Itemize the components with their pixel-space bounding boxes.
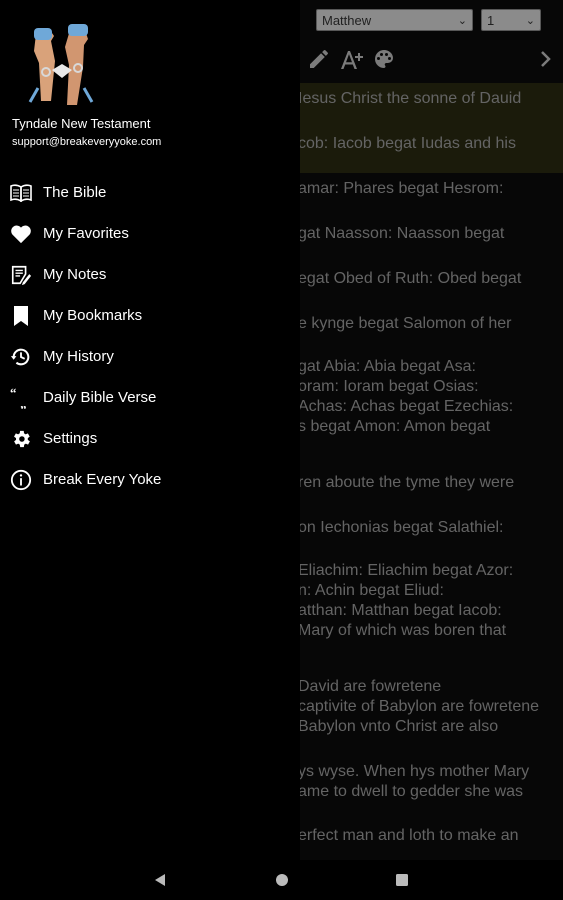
menu-item-label: Break Every Yoke [43, 471, 162, 488]
menu-item-the-bible[interactable]: The Bible [0, 172, 300, 213]
menu-item-label: My Notes [43, 266, 107, 283]
svg-text:„: „ [20, 397, 26, 409]
notes-icon [9, 263, 33, 287]
menu-item-my-bookmarks[interactable]: My Bookmarks [0, 295, 300, 336]
menu-item-settings[interactable]: Settings [0, 418, 300, 459]
system-navigation-bar [0, 860, 563, 900]
support-email[interactable]: support@breakeveryyoke.com [12, 136, 161, 148]
quote-icon: “„ [9, 386, 33, 410]
menu-item-label: Settings [43, 430, 98, 447]
menu-item-daily-bible-verse[interactable]: “„ Daily Bible Verse [0, 377, 300, 418]
menu-item-label: My Bookmarks [43, 307, 143, 324]
menu-item-label: My Favorites [43, 225, 129, 242]
drawer-menu: The Bible My Favorites My Notes My Bookm… [0, 172, 300, 500]
info-icon [9, 468, 33, 492]
menu-item-my-notes[interactable]: My Notes [0, 254, 300, 295]
home-icon[interactable] [272, 870, 292, 890]
open-book-icon [9, 181, 33, 205]
bookmark-icon [9, 304, 33, 328]
app-name: Tyndale New Testament [12, 116, 151, 131]
menu-item-label: The Bible [43, 184, 107, 201]
back-icon[interactable] [150, 870, 170, 890]
recents-icon[interactable] [392, 870, 412, 890]
heart-icon [9, 222, 33, 246]
navigation-drawer: Tyndale New Testament support@breakevery… [0, 0, 300, 860]
history-icon [9, 345, 33, 369]
svg-text:“: “ [10, 387, 16, 400]
menu-item-label: Daily Bible Verse [43, 389, 157, 406]
menu-item-my-favorites[interactable]: My Favorites [0, 213, 300, 254]
menu-item-break-every-yoke[interactable]: Break Every Yoke [0, 459, 300, 500]
menu-item-my-history[interactable]: My History [0, 336, 300, 377]
app-logo [22, 22, 100, 108]
gear-icon [9, 427, 33, 451]
menu-item-label: My History [43, 348, 114, 365]
